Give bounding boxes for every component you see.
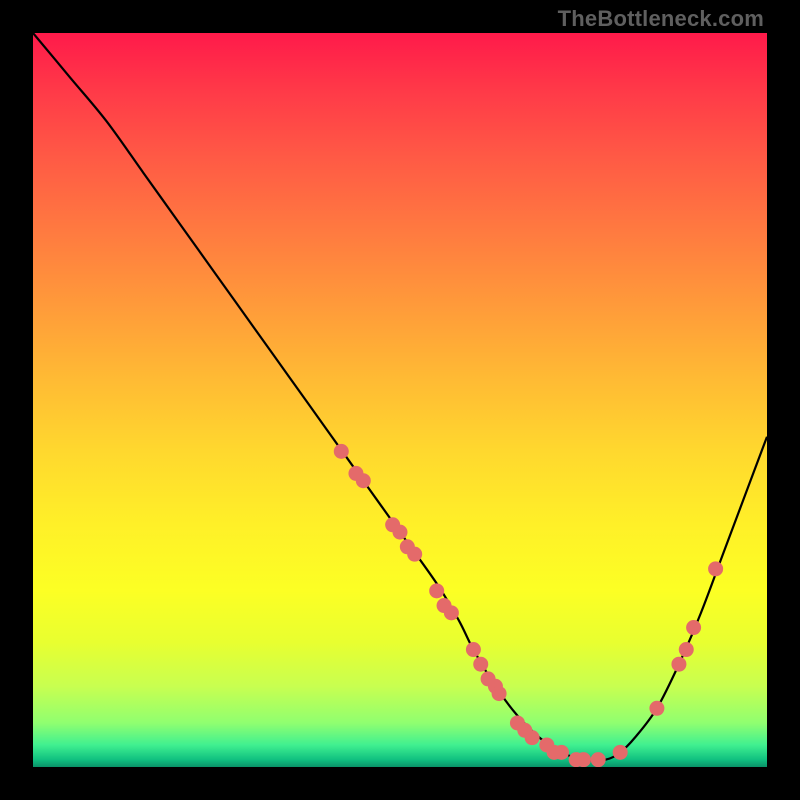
data-point <box>334 444 349 459</box>
data-point <box>671 657 686 672</box>
data-point <box>525 730 540 745</box>
bottleneck-curve <box>33 33 767 761</box>
data-point <box>708 561 723 576</box>
data-point <box>356 473 371 488</box>
data-point <box>473 657 488 672</box>
data-point <box>591 752 606 767</box>
data-points <box>334 444 723 767</box>
chart-svg <box>33 33 767 767</box>
data-point <box>429 583 444 598</box>
data-point <box>576 752 591 767</box>
data-point <box>492 686 507 701</box>
data-point <box>686 620 701 635</box>
data-point <box>466 642 481 657</box>
data-point <box>407 547 422 562</box>
watermark-text: TheBottleneck.com <box>558 6 764 32</box>
data-point <box>554 745 569 760</box>
data-point <box>679 642 694 657</box>
data-point <box>393 525 408 540</box>
data-point <box>444 605 459 620</box>
data-point <box>613 745 628 760</box>
data-point <box>649 701 664 716</box>
